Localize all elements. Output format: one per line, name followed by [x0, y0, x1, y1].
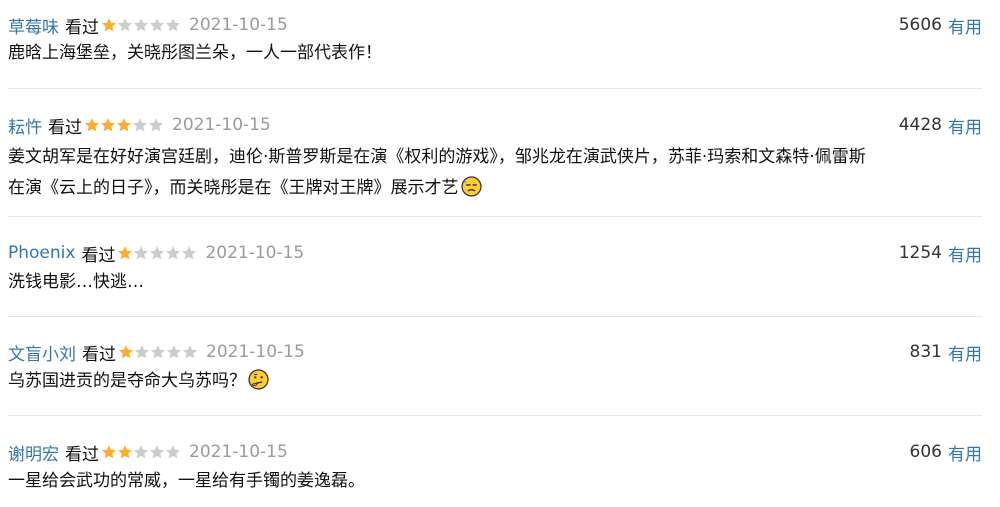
comment-date: 2021-10-15: [172, 115, 271, 135]
star-filled-icon: [117, 445, 133, 459]
watch-status: 看过: [65, 17, 99, 38]
divider: [8, 316, 982, 317]
star-empty-icon: [149, 18, 165, 32]
comment-text: 乌苏国进贡的是夺命大乌苏吗？: [8, 366, 978, 397]
comment-meta: Phoenix 看过 2021-10-15: [8, 240, 304, 266]
star-empty-icon: [165, 445, 181, 459]
useful-button[interactable]: 有用: [948, 13, 982, 38]
star-filled-icon: [118, 345, 134, 359]
star-empty-icon: [132, 118, 148, 132]
vote-count: 4428: [898, 115, 942, 135]
comment-line: 乌苏国进贡的是夺命大乌苏吗？: [8, 366, 978, 397]
comment-meta: 耘忤 看过 2021-10-15: [8, 112, 271, 138]
comment-date: 2021-10-15: [189, 15, 288, 35]
star-filled-icon: [101, 445, 117, 459]
star-empty-icon: [182, 246, 197, 260]
username-link[interactable]: 草莓味: [8, 13, 59, 38]
useful-button[interactable]: 有用: [948, 440, 982, 465]
comment-meta: 草莓味 看过 2021-10-15: [8, 12, 288, 38]
vote-count: 606: [909, 442, 942, 462]
watch-status: 看过: [48, 117, 82, 138]
comment-line: 鹿晗上海堡垒，关晓彤图兰朵，一人一部代表作！: [8, 43, 382, 63]
sweat-face-icon: [460, 176, 482, 197]
thinking-face-icon: [248, 369, 269, 390]
star-empty-icon: [166, 246, 181, 260]
vote-area: 831 有用: [910, 339, 982, 365]
vote-count: 831: [909, 342, 942, 362]
star-empty-icon: [117, 18, 133, 32]
comment-line: 在演《云上的日子》，而关晓彤是在《王牌对王牌》展示才艺: [8, 173, 978, 204]
rating-stars: [84, 116, 164, 134]
comment-date: 2021-10-15: [206, 342, 305, 362]
vote-count: 1254: [898, 243, 942, 263]
comment-list: 草莓味 看过 2021-10-15 5606 有用 鹿晗上海堡垒，关晓彤图兰朵，…: [0, 0, 1000, 507]
username-link[interactable]: 文盲小刘: [8, 340, 76, 365]
comment-text: 一星给会武功的常威，一星给有手镯的姜逸磊。: [8, 466, 978, 497]
username-link[interactable]: 耘忤: [8, 113, 42, 138]
watch-status: 看过: [65, 444, 99, 465]
username-link[interactable]: 谢明宏: [8, 440, 59, 465]
watch-status: 看过: [82, 344, 116, 365]
comment-text: 鹿晗上海堡垒，关晓彤图兰朵，一人一部代表作！: [8, 38, 978, 69]
username-link[interactable]: Phoenix: [8, 243, 75, 263]
comment-meta: 文盲小刘 看过 2021-10-15: [8, 339, 305, 365]
comment-date: 2021-10-15: [205, 243, 305, 263]
star-empty-icon: [149, 445, 165, 459]
comment-line-text: 乌苏国进贡的是夺命大乌苏吗？: [8, 371, 246, 391]
star-empty-icon: [165, 18, 181, 32]
rating-stars: [101, 16, 181, 34]
vote-count: 5606: [898, 15, 942, 35]
star-filled-icon: [101, 18, 117, 32]
comment-line: 洗钱电影…快逃…: [8, 272, 144, 292]
star-filled-icon: [84, 118, 100, 132]
comment-date: 2021-10-15: [189, 442, 288, 462]
vote-area: 4428 有用: [899, 112, 982, 138]
star-filled-icon: [100, 118, 116, 132]
star-filled-icon: [118, 246, 133, 260]
vote-area: 606 有用: [910, 439, 982, 465]
star-empty-icon: [166, 345, 182, 359]
useful-button[interactable]: 有用: [948, 241, 982, 266]
star-empty-icon: [182, 345, 198, 359]
vote-area: 5606 有用: [899, 12, 982, 38]
useful-button[interactable]: 有用: [948, 340, 982, 365]
comment-line: 姜文胡军是在好好演宫廷剧，迪伦·斯普罗斯是在演《权利的游戏》，邹兆龙在演武侠片，…: [8, 147, 866, 167]
star-empty-icon: [133, 445, 149, 459]
vote-area: 1254 有用: [899, 240, 982, 266]
rating-stars: [101, 443, 181, 461]
comment-meta: 谢明宏 看过 2021-10-15: [8, 439, 288, 465]
comment-line: 一星给会武功的常威，一星给有手镯的姜逸磊。: [8, 471, 365, 491]
star-empty-icon: [150, 246, 165, 260]
divider: [8, 415, 982, 416]
star-empty-icon: [148, 118, 164, 132]
star-empty-icon: [134, 345, 150, 359]
rating-stars: [118, 343, 198, 361]
star-empty-icon: [133, 18, 149, 32]
comment-text: 洗钱电影…快逃…: [8, 267, 978, 298]
useful-button[interactable]: 有用: [948, 113, 982, 138]
divider: [8, 216, 982, 217]
watch-status: 看过: [81, 245, 116, 266]
divider: [8, 88, 982, 89]
star-empty-icon: [150, 345, 166, 359]
star-empty-icon: [134, 246, 149, 260]
comment-line-text: 在演《云上的日子》，而关晓彤是在《王牌对王牌》展示才艺: [8, 178, 459, 198]
comment-text: 姜文胡军是在好好演宫廷剧，迪伦·斯普罗斯是在演《权利的游戏》，邹兆龙在演武侠片，…: [8, 142, 978, 204]
star-filled-icon: [116, 118, 132, 132]
rating-stars: [117, 244, 197, 262]
